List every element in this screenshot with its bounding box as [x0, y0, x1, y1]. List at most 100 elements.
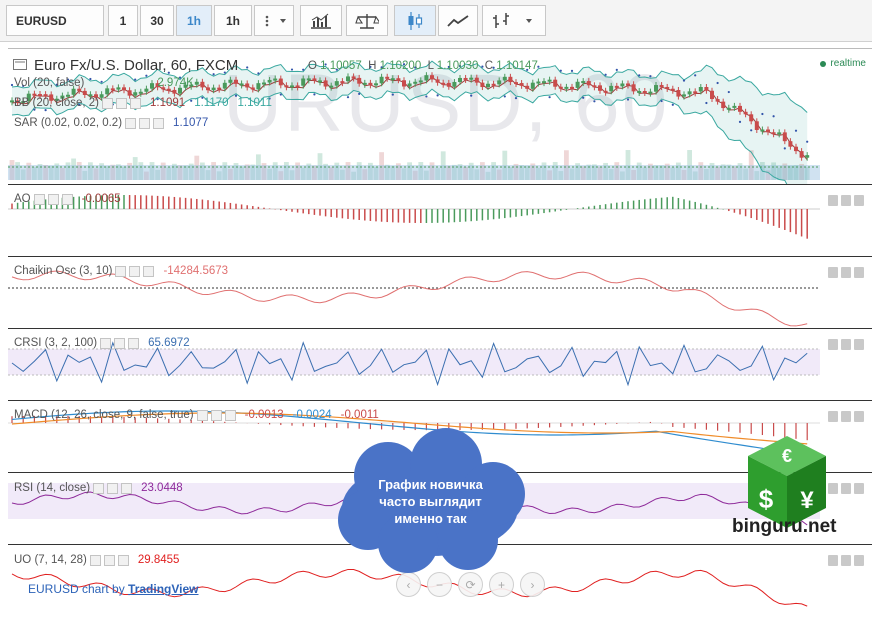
- uo-legend[interactable]: UO (7, 14, 28) 29.8455: [14, 554, 179, 566]
- candle-body: [620, 83, 625, 87]
- pane-close-icon[interactable]: [854, 555, 864, 566]
- candle-body: [698, 87, 703, 92]
- remove-icon[interactable]: [128, 337, 140, 349]
- sar-label: SAR (0.02, 0.02, 0.2): [14, 117, 123, 129]
- remove-icon[interactable]: [224, 409, 236, 421]
- pane-down-icon[interactable]: [841, 195, 851, 206]
- candle-body: [670, 88, 675, 91]
- visibility-icon[interactable]: [89, 554, 101, 566]
- pane-controls[interactable]: [828, 195, 864, 206]
- remove-icon[interactable]: [117, 554, 129, 566]
- pane-controls[interactable]: [828, 339, 864, 350]
- candle-body: [318, 80, 322, 83]
- interval-1h-alt-button[interactable]: 1h: [214, 5, 252, 36]
- area-chart-button[interactable]: [438, 5, 478, 36]
- chaikin-pane[interactable]: Chaikin Osc (3, 10) -14284.5673: [8, 256, 872, 328]
- candle-body: [766, 129, 770, 133]
- indicators-button[interactable]: [300, 5, 342, 36]
- sar-dot: [694, 74, 697, 77]
- settings-icon[interactable]: [47, 193, 59, 205]
- more-intervals-button[interactable]: [254, 5, 294, 36]
- bb-label: BB (20, close, 2): [14, 97, 100, 109]
- candle-body: [250, 87, 255, 90]
- pane-close-icon[interactable]: [854, 483, 864, 494]
- ao-histogram[interactable]: [8, 185, 872, 256]
- pane-controls[interactable]: [828, 555, 864, 566]
- chaikin-label: Chaikin Osc (3, 10): [14, 265, 113, 277]
- sar-legend[interactable]: SAR (0.02, 0.02, 0.2) 1.1077: [14, 117, 208, 129]
- ao-legend[interactable]: AO -0.0065: [14, 193, 121, 205]
- remove-icon[interactable]: [153, 117, 165, 129]
- pane-up-icon[interactable]: [828, 555, 838, 566]
- cloud-line-1: График новичка: [378, 477, 483, 492]
- visibility-icon[interactable]: [196, 409, 208, 421]
- pane-down-icon[interactable]: [841, 267, 851, 278]
- candle-body: [435, 79, 440, 83]
- visibility-icon[interactable]: [115, 265, 127, 277]
- chaikin-value: -14284.5673: [163, 265, 229, 277]
- vol-legend[interactable]: Vol (20, false) 2.974K: [14, 77, 194, 89]
- settings-icon[interactable]: [116, 97, 128, 109]
- crsi-pane[interactable]: CRSI (3, 2, 100) 65.6972: [8, 328, 872, 400]
- visibility-icon[interactable]: [102, 97, 114, 109]
- candle-body: [413, 81, 418, 84]
- macd-legend[interactable]: MACD (12, 26, close, 9, false, true) -0.…: [14, 409, 379, 421]
- settings-icon[interactable]: [210, 409, 222, 421]
- rsi-legend[interactable]: RSI (14, close) 23.0448: [14, 482, 183, 494]
- candle-body: [726, 107, 731, 110]
- compare-button[interactable]: [346, 5, 388, 36]
- candles-button[interactable]: [394, 5, 436, 36]
- candle-body: [222, 82, 227, 89]
- interval-1h-button[interactable]: 1h: [176, 5, 212, 36]
- settings-icon[interactable]: [103, 554, 115, 566]
- visibility-icon[interactable]: [33, 193, 45, 205]
- pane-close-icon[interactable]: [854, 267, 864, 278]
- pane-down-icon[interactable]: [841, 483, 851, 494]
- pane-up-icon[interactable]: [828, 195, 838, 206]
- pane-up-icon[interactable]: [828, 339, 838, 350]
- remove-icon[interactable]: [121, 482, 133, 494]
- settings-icon[interactable]: [114, 337, 126, 349]
- visibility-icon[interactable]: [125, 117, 137, 129]
- pane-controls[interactable]: [828, 411, 864, 422]
- interval-30-button[interactable]: 30: [140, 5, 174, 36]
- tradingview-link[interactable]: TradingView: [128, 582, 198, 596]
- pane-controls[interactable]: [828, 483, 864, 494]
- interval-1-button[interactable]: 1: [108, 5, 138, 36]
- crsi-legend[interactable]: CRSI (3, 2, 100) 65.6972: [14, 337, 190, 349]
- bb-basis-value: 1.1091: [150, 97, 186, 109]
- remove-icon[interactable]: [130, 97, 142, 109]
- bb-legend[interactable]: BB (20, close, 2) 1.1091 1.1170 1.1011: [14, 97, 272, 109]
- pane-up-icon[interactable]: [828, 411, 838, 422]
- visibility-icon[interactable]: [100, 337, 112, 349]
- candle-body: [760, 129, 765, 132]
- pane-down-icon[interactable]: [841, 555, 851, 566]
- settings-icon[interactable]: [139, 117, 151, 129]
- pane-controls[interactable]: [828, 267, 864, 278]
- candle-body: [144, 88, 149, 92]
- pane-close-icon[interactable]: [854, 411, 864, 422]
- pane-up-icon[interactable]: [828, 267, 838, 278]
- main-price-pane[interactable]: URUSD, 60 Euro Fx/U.S. Dollar, 60, FXCM …: [8, 48, 872, 184]
- pane-close-icon[interactable]: [854, 339, 864, 350]
- chart-type-dropdown[interactable]: [482, 5, 546, 36]
- pane-close-icon[interactable]: [854, 195, 864, 206]
- candle-body: [77, 88, 82, 91]
- remove-icon[interactable]: [61, 193, 73, 205]
- settings-icon[interactable]: [129, 265, 141, 277]
- candle-body: [379, 76, 384, 84]
- candle-body: [805, 155, 810, 158]
- svg-text:$: $: [759, 484, 774, 514]
- pane-down-icon[interactable]: [841, 411, 851, 422]
- pane-down-icon[interactable]: [841, 339, 851, 350]
- settings-icon[interactable]: [107, 482, 119, 494]
- ao-pane[interactable]: AO -0.0065: [8, 184, 872, 256]
- remove-icon[interactable]: [143, 265, 155, 277]
- candle-body: [665, 86, 670, 89]
- candle-body: [351, 76, 356, 79]
- chaikin-legend[interactable]: Chaikin Osc (3, 10) -14284.5673: [14, 265, 228, 277]
- sar-dot: [727, 90, 730, 94]
- visibility-icon[interactable]: [93, 482, 105, 494]
- symbol-input[interactable]: EURUSD: [6, 5, 104, 36]
- macd-histogram-value: -0.0013: [244, 409, 284, 421]
